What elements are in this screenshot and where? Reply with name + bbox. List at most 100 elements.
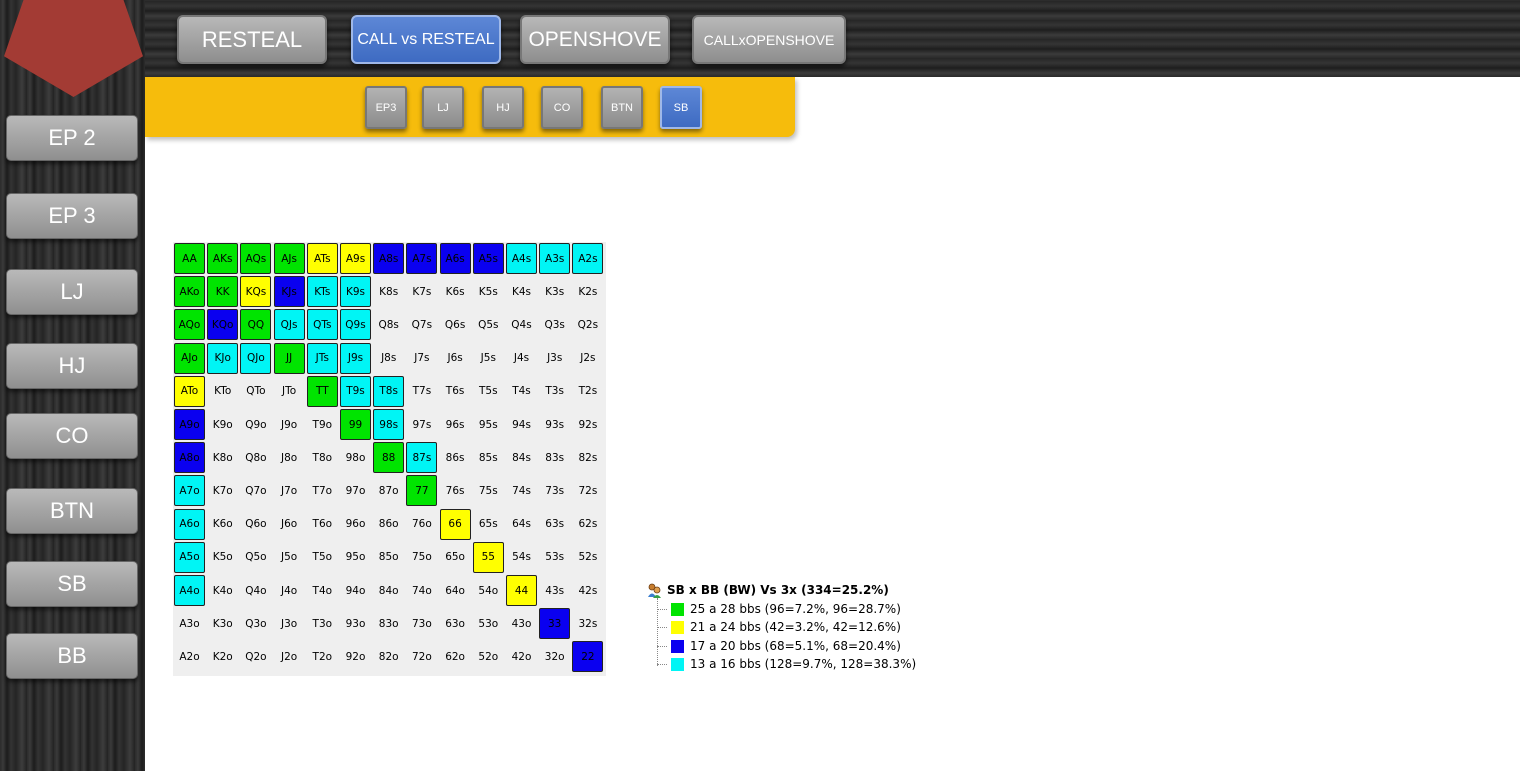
hand-cell[interactable]: A5o [174,541,205,573]
hand-cell[interactable]: Q8s [373,309,404,340]
hand-cell[interactable]: 32o [539,641,570,672]
hand-cell[interactable]: 53s [539,542,570,573]
hand-cell[interactable]: KQo [207,309,239,341]
hand-cell[interactable]: J8o [274,442,305,473]
hand-cell[interactable]: 63o [440,608,471,639]
tab-call-vs-resteal[interactable]: CALL vs RESTEAL [351,15,501,64]
hand-cell[interactable]: A4o [174,575,205,606]
hand-cell[interactable]: 52o [473,641,504,672]
hand-cell[interactable]: K8s [373,276,404,307]
hand-cell[interactable]: AQs [240,243,272,274]
hand-cell[interactable]: 74s [506,475,537,506]
hand-cell[interactable]: A9s [340,243,371,274]
hand-cell[interactable]: ATs [306,243,338,274]
hand-cell[interactable]: 62s [572,509,603,540]
hand-cell[interactable]: 77 [406,475,438,507]
hand-cell[interactable]: Q3o [240,608,271,639]
hand-cell[interactable]: 75o [406,542,437,573]
hand-cell[interactable]: 92o [340,641,371,672]
tab-callxopenshove[interactable]: CALLxOPENSHOVE [692,15,846,64]
hand-cell[interactable]: AKo [174,276,205,308]
hand-cell[interactable]: J6o [274,509,305,540]
hand-cell[interactable]: J3s [539,343,570,374]
hand-cell[interactable]: AQo [174,309,205,341]
hand-cell[interactable]: 84o [373,575,404,606]
hand-cell[interactable]: K9s [340,276,371,308]
hand-cell[interactable]: J4o [274,575,305,606]
hand-cell[interactable]: Q6o [240,509,271,540]
hand-cell[interactable]: A6s [439,243,471,274]
hand-cell[interactable]: 72s [572,475,603,506]
sidebar-item-sb[interactable]: SB [6,561,138,607]
hand-cell[interactable]: 66 [439,508,471,540]
hand-cell[interactable]: J6s [440,343,471,374]
hand-cell[interactable]: A7o [174,475,205,507]
hand-cell[interactable]: K7o [207,475,238,506]
hand-cell[interactable]: 64s [506,509,537,540]
hand-cell[interactable]: JJ [273,342,305,374]
hand-cell[interactable]: A9o [174,409,205,440]
hand-cell[interactable]: A6o [174,508,205,540]
hand-cell[interactable]: J5o [274,542,305,573]
hand-cell[interactable]: T4o [307,575,338,606]
hand-cell[interactable]: Q2s [572,309,603,340]
hand-cell[interactable]: 98s [373,409,405,440]
sidebar-item-ep2[interactable]: EP 2 [6,115,138,161]
hand-cell[interactable]: Q9o [240,409,271,440]
hand-cell[interactable]: K2o [207,641,238,672]
sidebar-item-hj[interactable]: HJ [6,343,138,389]
hand-cell[interactable]: J9o [274,409,305,440]
hand-cell[interactable]: Q5s [473,309,504,340]
hand-cell[interactable]: Q8o [240,442,271,473]
hand-cell[interactable]: A3o [174,608,205,639]
hand-cell[interactable]: T2o [307,641,338,672]
hand-cell[interactable]: J2s [572,343,603,374]
hand-cell[interactable]: 97o [340,475,371,506]
hand-cell[interactable]: Q9s [340,309,371,341]
hand-cell[interactable]: TT [306,375,338,407]
hand-cell[interactable]: T4s [506,376,537,407]
hand-cell[interactable]: KK [207,276,239,308]
position-tab-hj[interactable]: HJ [482,86,524,129]
hand-cell[interactable]: QTs [306,309,338,341]
hand-cell[interactable]: 94o [340,575,371,606]
hand-cell[interactable]: 96o [340,509,371,540]
hand-cell[interactable]: J3o [274,608,305,639]
hand-cell[interactable]: 99 [340,409,371,440]
sidebar-item-co[interactable]: CO [6,413,138,459]
position-tab-btn[interactable]: BTN [601,86,643,129]
hand-cell[interactable]: 85s [473,442,504,473]
hand-cell[interactable]: 92s [572,409,603,440]
hand-cell[interactable]: 62o [440,641,471,672]
hand-cell[interactable]: A2o [174,641,205,672]
hand-cell[interactable]: 76o [406,509,437,540]
tab-openshove[interactable]: OPENSHOVE [520,15,670,64]
hand-cell[interactable]: 73s [539,475,570,506]
hand-cell[interactable]: 82o [373,641,404,672]
hand-cell[interactable]: Q3s [539,309,570,340]
hand-cell[interactable]: 94s [506,409,537,440]
hand-cell[interactable]: J9s [340,342,371,374]
hand-cell[interactable]: 65s [473,509,504,540]
position-tab-co[interactable]: CO [541,86,583,129]
hand-cell[interactable]: T7o [307,475,338,506]
position-tab-sb[interactable]: SB [660,86,702,129]
hand-cell[interactable]: ATo [174,375,205,407]
hand-cell[interactable]: KJo [207,342,239,374]
hand-cell[interactable]: K4s [506,276,537,307]
hand-cell[interactable]: K6s [440,276,471,307]
hand-cell[interactable]: KJs [273,276,305,308]
hand-cell[interactable]: 85o [373,542,404,573]
hand-cell[interactable]: K5o [207,542,238,573]
hand-cell[interactable]: Q7o [240,475,271,506]
hand-cell[interactable]: T8s [373,375,405,407]
hand-cell[interactable]: QJo [240,342,272,374]
hand-cell[interactable]: K5s [473,276,504,307]
hand-cell[interactable]: K3s [539,276,570,307]
hand-cell[interactable]: 83s [539,442,570,473]
hand-cell[interactable]: 73o [406,608,437,639]
hand-cell[interactable]: T3o [307,608,338,639]
hand-cell[interactable]: 93o [340,608,371,639]
hand-cell[interactable]: T8o [307,442,338,473]
hand-cell[interactable]: 42s [572,575,603,606]
